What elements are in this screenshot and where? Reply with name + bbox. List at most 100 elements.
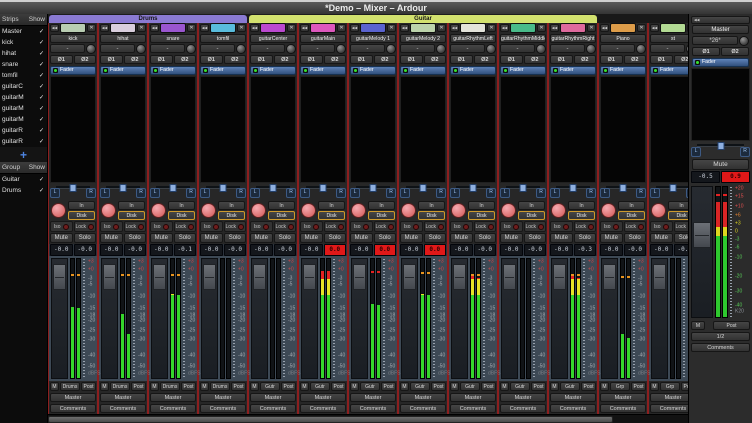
pan-left-button[interactable]: L xyxy=(300,188,310,198)
comments-button[interactable]: Comments xyxy=(50,404,96,413)
show-checkbox[interactable]: ✓ xyxy=(39,116,44,123)
monitor-input-button[interactable]: In xyxy=(218,201,245,210)
fader-processor-entry[interactable]: Fader xyxy=(150,66,196,75)
output-button[interactable]: Master xyxy=(250,393,296,402)
comments-button[interactable]: Comments xyxy=(150,404,196,413)
monitor-input-button[interactable]: In xyxy=(168,201,195,210)
comments-button[interactable]: Comments xyxy=(600,404,646,413)
close-icon[interactable]: ✕ xyxy=(537,24,546,32)
fader-handle[interactable] xyxy=(153,264,166,290)
processor-active-led[interactable] xyxy=(53,68,58,73)
monitor-input-button[interactable]: In xyxy=(518,201,545,210)
solo-isolate-button[interactable]: Iso xyxy=(400,221,423,232)
trim-knob[interactable] xyxy=(136,44,146,54)
polarity-1-button[interactable]: Ø1 xyxy=(600,55,623,64)
pan-right-button[interactable]: R xyxy=(686,188,688,198)
record-enable-button[interactable] xyxy=(301,203,316,218)
meter-point-button[interactable]: Post xyxy=(81,382,96,391)
peak-display[interactable]: -0.0 xyxy=(74,244,97,256)
solo-isolate-button[interactable]: Iso xyxy=(150,221,173,232)
input-button[interactable]: - xyxy=(450,44,485,53)
pan-right-button[interactable]: R xyxy=(286,188,296,198)
fader-processor-entry[interactable]: Fader xyxy=(250,66,296,75)
master-processor-box[interactable] xyxy=(691,68,750,141)
fader-processor-entry[interactable]: Fader xyxy=(50,66,96,75)
gain-display[interactable]: -0.0 xyxy=(600,244,623,256)
solo-button[interactable]: Solo xyxy=(574,233,597,243)
strips-list-item[interactable]: guitarM ✓ xyxy=(0,103,47,114)
peak-display[interactable]: -0.0 xyxy=(474,244,497,256)
solo-isolate-button[interactable]: Iso xyxy=(500,221,523,232)
group-button[interactable]: Drums xyxy=(210,382,230,391)
show-checkbox[interactable]: ✓ xyxy=(39,50,44,57)
polarity-2-button[interactable]: Ø2 xyxy=(174,55,197,64)
pan-left-button[interactable]: L xyxy=(50,188,60,198)
solo-button[interactable]: Solo xyxy=(74,233,97,243)
group-button[interactable]: Gutr xyxy=(310,382,330,391)
pan-left-button[interactable]: L xyxy=(150,188,160,198)
strip-name-button[interactable]: guitarRhythmRight xyxy=(550,34,596,43)
strip-name-button[interactable]: guitarCenter xyxy=(250,34,296,43)
input-button[interactable]: - xyxy=(150,44,185,53)
close-icon[interactable]: ✕ xyxy=(337,24,346,32)
pan-left-button[interactable]: L xyxy=(450,188,460,198)
strips-list-item[interactable]: tomfil ✓ xyxy=(0,70,47,81)
mute-button[interactable]: Mute xyxy=(400,233,423,243)
pan-left-button[interactable]: L xyxy=(650,188,660,198)
meter-point-button[interactable]: Post xyxy=(481,382,496,391)
mute-point-button[interactable]: M xyxy=(350,382,359,391)
polarity-2-button[interactable]: Ø2 xyxy=(274,55,297,64)
polarity-1-button[interactable]: Ø1 xyxy=(100,55,123,64)
monitor-input-button[interactable]: In xyxy=(68,201,95,210)
pan-widget[interactable]: L R xyxy=(500,184,546,199)
polarity-1-button[interactable]: Ø1 xyxy=(50,55,73,64)
solo-lock-button[interactable]: Lock xyxy=(574,221,597,232)
processor-active-led[interactable] xyxy=(553,68,558,73)
polarity-1-button[interactable]: Ø1 xyxy=(550,55,573,64)
show-checkbox[interactable]: ✓ xyxy=(39,83,44,90)
master-input-button[interactable]: *26* xyxy=(692,36,738,45)
solo-isolate-button[interactable]: Iso xyxy=(350,221,373,232)
narrow-strip-icon[interactable]: ◀◀ xyxy=(550,24,559,32)
strip-name-button[interactable]: guitarMelody 1 xyxy=(350,34,396,43)
meter-point-button[interactable]: Post xyxy=(281,382,296,391)
solo-button[interactable]: Solo xyxy=(174,233,197,243)
close-icon[interactable]: ✕ xyxy=(387,24,396,32)
solo-button[interactable]: Solo xyxy=(224,233,247,243)
processor-box[interactable] xyxy=(650,76,688,183)
strip-name-button[interactable]: Piano xyxy=(600,34,646,43)
output-button[interactable]: Master xyxy=(550,393,596,402)
comments-button[interactable]: Comments xyxy=(200,404,246,413)
record-enable-button[interactable] xyxy=(451,203,466,218)
strip-name-button[interactable]: guitarRhythmLeft xyxy=(450,34,496,43)
mute-point-button[interactable]: M xyxy=(200,382,209,391)
solo-isolate-button[interactable]: Iso xyxy=(200,221,223,232)
fader-processor-entry[interactable]: Fader xyxy=(450,66,496,75)
strips-list-item[interactable]: Master ✓ xyxy=(0,26,47,37)
pan-widget[interactable]: L R xyxy=(650,184,688,199)
polarity-1-button[interactable]: Ø1 xyxy=(350,55,373,64)
monitor-input-button[interactable]: In xyxy=(418,201,445,210)
mute-point-button[interactable]: M xyxy=(100,382,109,391)
fader-processor-entry[interactable]: Fader xyxy=(650,66,688,75)
strip-name-button[interactable]: guitarMain xyxy=(300,34,346,43)
close-icon[interactable]: ✕ xyxy=(187,24,196,32)
pan-handle[interactable] xyxy=(270,184,277,192)
fader-handle[interactable] xyxy=(453,264,466,290)
processor-box[interactable] xyxy=(50,76,96,183)
input-button[interactable]: - xyxy=(550,44,585,53)
narrow-strip-icon[interactable]: ◀◀ xyxy=(650,24,659,32)
narrow-strip-icon[interactable]: ◀◀ xyxy=(100,24,109,32)
group-list-item[interactable]: Drums ✓ xyxy=(0,185,47,196)
solo-button[interactable]: Solo xyxy=(324,233,347,243)
polarity-2-button[interactable]: Ø2 xyxy=(674,55,689,64)
pan-handle[interactable] xyxy=(320,184,327,192)
pan-right-button[interactable]: R xyxy=(636,188,646,198)
close-icon[interactable]: ✕ xyxy=(437,24,446,32)
solo-lock-button[interactable]: Lock xyxy=(374,221,397,232)
gain-display[interactable]: -0.0 xyxy=(150,244,173,256)
processor-active-led[interactable] xyxy=(453,68,458,73)
gain-display[interactable]: -0.0 xyxy=(400,244,423,256)
processor-active-led[interactable] xyxy=(303,68,308,73)
comments-button[interactable]: Comments xyxy=(300,404,346,413)
